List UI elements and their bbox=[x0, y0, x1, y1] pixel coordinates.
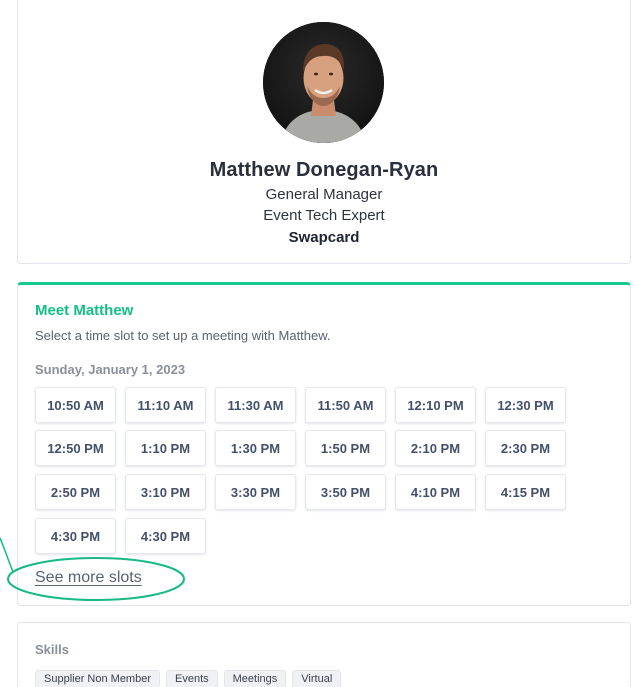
time-slot-button[interactable]: 3:10 PM bbox=[125, 474, 206, 510]
time-slot-button[interactable]: 4:15 PM bbox=[485, 474, 566, 510]
time-slot-button[interactable]: 2:30 PM bbox=[485, 430, 566, 466]
time-slot-button[interactable]: 1:30 PM bbox=[215, 430, 296, 466]
time-slot-button[interactable]: 2:10 PM bbox=[395, 430, 476, 466]
profile-name: Matthew Donegan-Ryan bbox=[209, 159, 439, 181]
skills-tag-list: Supplier Non Member Events Meetings Virt… bbox=[35, 670, 342, 687]
time-slot-button[interactable]: 4:30 PM bbox=[35, 518, 116, 554]
time-slot-button[interactable]: 11:30 AM bbox=[215, 387, 296, 423]
time-slot-button[interactable]: 12:10 PM bbox=[395, 387, 476, 423]
time-slot-button[interactable]: 4:10 PM bbox=[395, 474, 476, 510]
skills-title: Skills bbox=[35, 642, 69, 657]
avatar-photo-icon bbox=[263, 22, 384, 143]
time-slot-button[interactable]: 11:50 AM bbox=[305, 387, 386, 423]
skill-tag[interactable]: Events bbox=[166, 670, 218, 687]
time-slot-button[interactable]: 3:50 PM bbox=[305, 474, 386, 510]
time-slot-button[interactable]: 2:50 PM bbox=[35, 474, 116, 510]
highlight-pointer-line bbox=[0, 537, 14, 573]
time-slot-button[interactable]: 11:10 AM bbox=[125, 387, 206, 423]
meeting-date: Sunday, January 1, 2023 bbox=[35, 362, 186, 377]
meeting-title: Meet Matthew bbox=[35, 302, 134, 319]
skill-tag[interactable]: Virtual bbox=[292, 670, 342, 687]
avatar[interactable] bbox=[263, 22, 384, 143]
time-slot-button[interactable]: 3:30 PM bbox=[215, 474, 296, 510]
skill-tag[interactable]: Meetings bbox=[223, 670, 287, 687]
skill-tag[interactable]: Supplier Non Member bbox=[35, 670, 160, 687]
time-slot-button[interactable]: 12:30 PM bbox=[485, 387, 566, 423]
profile-subtitle: Event Tech Expert bbox=[263, 207, 385, 224]
see-more-slots-link[interactable]: See more slots bbox=[35, 569, 142, 587]
profile-card: Matthew Donegan-Ryan General Manager Eve… bbox=[17, 0, 631, 264]
time-slot-button[interactable]: 4:30 PM bbox=[125, 518, 206, 554]
time-slot-button[interactable]: 1:50 PM bbox=[305, 430, 386, 466]
time-slot-button[interactable]: 1:10 PM bbox=[125, 430, 206, 466]
time-slot-button[interactable]: 12:50 PM bbox=[35, 430, 116, 466]
skills-card: Skills Supplier Non Member Events Meetin… bbox=[17, 622, 631, 687]
meeting-card: Meet Matthew Select a time slot to set u… bbox=[17, 282, 631, 606]
profile-company[interactable]: Swapcard bbox=[18, 229, 630, 246]
time-slot-button[interactable]: 10:50 AM bbox=[35, 387, 116, 423]
profile-job-title: General Manager bbox=[265, 186, 383, 203]
meeting-description: Select a time slot to set up a meeting w… bbox=[35, 328, 331, 343]
